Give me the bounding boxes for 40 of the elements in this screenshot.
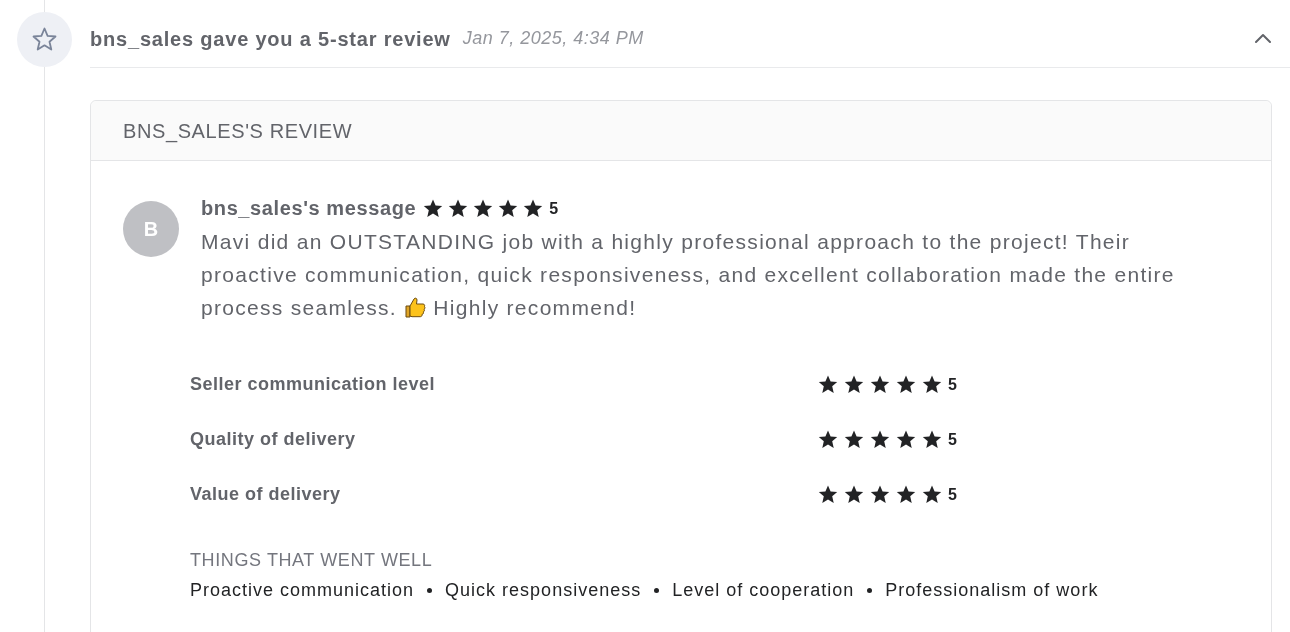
star-icon [922,375,942,394]
chevron-up-icon[interactable] [1255,33,1271,44]
star-icon [896,485,916,504]
avatar: B [123,201,179,257]
highlight-item: Quick responsiveness [445,579,642,602]
thumbs-up-icon [404,296,427,318]
highlight-item: Proactive communication [190,579,415,602]
criterion-label: Value of delivery [190,483,342,506]
rating-value: 5 [549,199,559,219]
criterion-label: Quality of delivery [190,428,357,451]
star-icon [896,375,916,394]
star-icon [523,199,544,218]
star-icon [922,430,942,449]
star-icon [870,375,890,394]
star-icon [818,485,838,504]
highlight-item: Professionalism of work [885,579,1099,602]
star-icon [870,430,890,449]
notification-title: bns_sales gave you a 5-star review [90,26,451,52]
star-icon [818,375,838,394]
star-icon [818,430,838,449]
star-icon [870,485,890,504]
star-icon [844,485,864,504]
star-icon [473,199,494,218]
criterion-label: Seller communication level [190,373,437,396]
highlights-heading: THINGS THAT WENT WELL [190,549,434,572]
star-icon [498,199,519,218]
review-heading: BNS_SALES'S REVIEW [123,118,353,145]
highlight-item: Level of cooperation [672,579,855,602]
star-icon [922,485,942,504]
author-label: bns_sales's message [201,196,417,221]
star-icon [423,199,444,218]
star-icon [844,430,864,449]
star-icon [844,375,864,394]
star-icon [896,430,916,449]
rating-value: 5 [948,429,957,450]
star-icon [448,199,469,218]
rating-value: 5 [948,484,957,505]
rating-value: 5 [948,374,957,395]
notification-time: Jan 7, 2025, 4:34 PM [462,27,644,50]
review-message: Mavi did an OUTSTANDING job with a highly professional approach to the project! Their proactive communication, quick responsiveness, and excellent collaboration made the entire process seamless. Highly recommend! [201,229,1176,321]
